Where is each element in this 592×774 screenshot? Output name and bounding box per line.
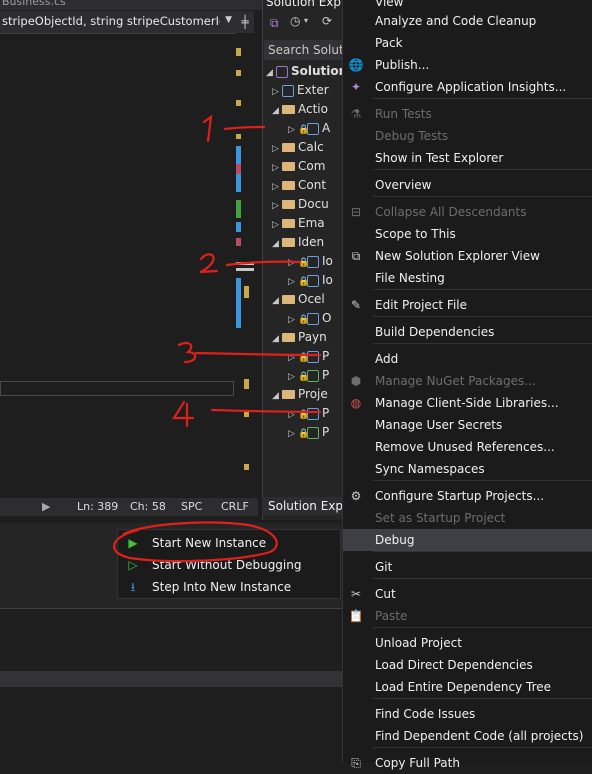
annotation-overlay xyxy=(112,114,322,563)
